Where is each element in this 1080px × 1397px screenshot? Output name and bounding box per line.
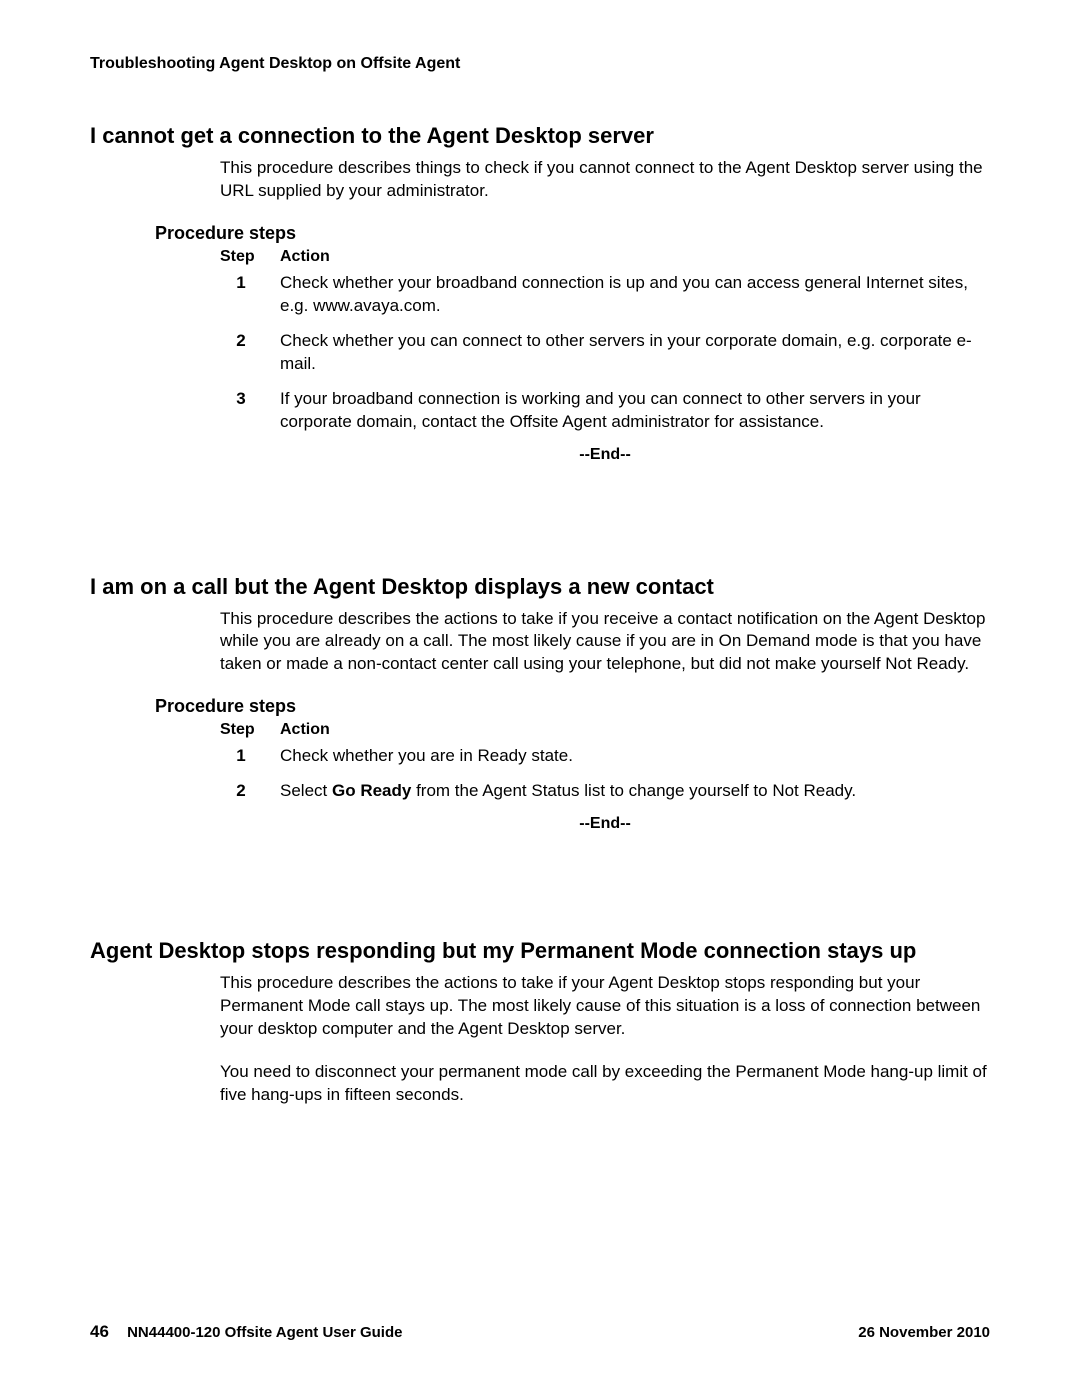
section-body-2: This procedure describes the actions to … bbox=[220, 608, 990, 677]
page-container: Troubleshooting Agent Desktop on Offsite… bbox=[0, 0, 1080, 1397]
step-number: 1 bbox=[220, 272, 280, 318]
step-number: 1 bbox=[220, 745, 280, 768]
steps-table-2: Step Action 1 Check whether you are in R… bbox=[220, 721, 990, 833]
step-action-pre: Select bbox=[280, 781, 332, 800]
page-number: 46 bbox=[90, 1322, 109, 1341]
section-body-3b: You need to disconnect your permanent mo… bbox=[220, 1061, 990, 1107]
end-marker-2: --End-- bbox=[220, 815, 990, 833]
col-step-header: Step bbox=[220, 248, 280, 266]
footer-left: 46 NN44400-120 Offsite Agent User Guide bbox=[90, 1322, 402, 1342]
procedure-steps-label-1: Procedure steps bbox=[155, 223, 990, 244]
section-body-1: This procedure describes things to check… bbox=[220, 157, 990, 203]
step-action: Check whether your broadband connection … bbox=[280, 272, 990, 318]
steps-header-2: Step Action bbox=[220, 721, 990, 739]
step-number: 3 bbox=[220, 388, 280, 434]
col-step-header: Step bbox=[220, 721, 280, 739]
step-row: 1 Check whether you are in Ready state. bbox=[220, 745, 990, 768]
running-header: Troubleshooting Agent Desktop on Offsite… bbox=[90, 55, 990, 73]
document-id: NN44400-120 Offsite Agent User Guide bbox=[127, 1324, 402, 1341]
col-action-header: Action bbox=[280, 721, 990, 739]
step-action: Select Go Ready from the Agent Status li… bbox=[280, 780, 990, 803]
section-title-2: I am on a call but the Agent Desktop dis… bbox=[90, 574, 990, 600]
steps-header-1: Step Action bbox=[220, 248, 990, 266]
page-footer: 46 NN44400-120 Offsite Agent User Guide … bbox=[90, 1322, 990, 1342]
steps-table-1: Step Action 1 Check whether your broadba… bbox=[220, 248, 990, 464]
section-title-3: Agent Desktop stops responding but my Pe… bbox=[90, 938, 990, 964]
step-number: 2 bbox=[220, 780, 280, 803]
step-row: 3 If your broadband connection is workin… bbox=[220, 388, 990, 434]
section-body-3a: This procedure describes the actions to … bbox=[220, 972, 990, 1041]
section-title-1: I cannot get a connection to the Agent D… bbox=[90, 123, 990, 149]
step-action-bold: Go Ready bbox=[332, 781, 411, 800]
step-row: 2 Check whether you can connect to other… bbox=[220, 330, 990, 376]
step-action: Check whether you are in Ready state. bbox=[280, 745, 990, 768]
step-number: 2 bbox=[220, 330, 280, 376]
col-action-header: Action bbox=[280, 248, 990, 266]
step-action: Check whether you can connect to other s… bbox=[280, 330, 990, 376]
step-row: 2 Select Go Ready from the Agent Status … bbox=[220, 780, 990, 803]
footer-date: 26 November 2010 bbox=[858, 1324, 990, 1341]
step-action-post: from the Agent Status list to change you… bbox=[411, 781, 856, 800]
step-row: 1 Check whether your broadband connectio… bbox=[220, 272, 990, 318]
end-marker-1: --End-- bbox=[220, 446, 990, 464]
procedure-steps-label-2: Procedure steps bbox=[155, 696, 990, 717]
step-action: If your broadband connection is working … bbox=[280, 388, 990, 434]
